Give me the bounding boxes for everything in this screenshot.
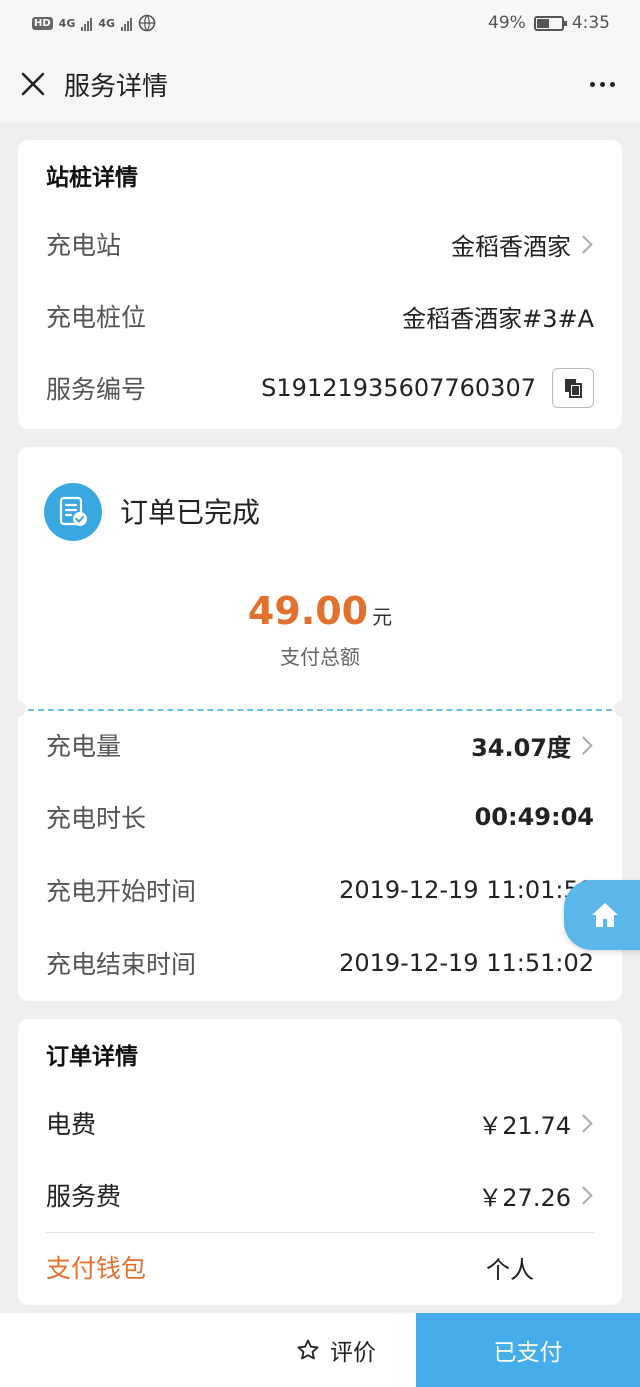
end-time-value: 2019-12-19 11:51:02 [339,949,594,977]
more-menu-button[interactable] [582,69,622,99]
ticket-notch-left [10,701,26,717]
copy-button[interactable] [552,368,594,408]
amount-currency: 元 [372,605,393,629]
more-dot-icon [599,81,605,87]
electricity-fee-value: ￥21.74 [478,1111,571,1140]
duration-row: 充电时长 00:49:04 [46,797,594,837]
rate-label: 评价 [330,1340,376,1366]
hd-badge: HD [32,16,53,30]
service-number-row: 服务编号 S19121935607760307 [46,368,594,408]
dashed-divider [28,709,612,711]
energy-label: 充电量 [46,732,122,761]
energy-row[interactable]: 充电量 34.07度 [46,725,594,765]
star-icon [297,1339,319,1360]
status-bar: HD 4G 4G 49% 4:35 [0,0,640,46]
electricity-fee-label: 电费 [46,1110,97,1139]
signal-icon [81,15,93,31]
start-time-value: 2019-12-19 11:01:58 [339,876,594,904]
copy-icon [565,379,582,398]
end-time-label: 充电结束时间 [46,950,197,979]
start-time-row: 充电开始时间 2019-12-19 11:01:58 [46,870,594,910]
station-label: 充电站 [46,231,122,260]
home-icon [592,903,618,927]
chevron-right-icon [574,735,593,755]
clock: 4:35 [571,13,610,33]
service-fee-label: 服务费 [46,1182,122,1211]
bottom-action-bar: 评价 已支付 [0,1313,640,1387]
globe-icon [138,14,156,32]
battery-icon [533,15,567,31]
status-indicators: HD 4G 4G [32,14,156,32]
more-dot-icon [589,81,595,87]
amount-label: 支付总额 [280,645,360,669]
service-fee-row[interactable]: 服务费 ￥27.26 [46,1175,594,1215]
network-type-1: 4G [58,16,76,30]
end-time-row: 充电结束时间 2019-12-19 11:51:02 [46,943,594,983]
chevron-right-icon [574,1185,593,1205]
pile-value: 金稻香酒家#3#A [402,304,594,333]
signal-icon [121,15,133,31]
more-dot-icon [609,81,615,87]
amount-value: 49.00 [247,589,369,633]
service-fee-value: ￥27.26 [478,1183,571,1212]
chevron-right-icon [574,1113,593,1133]
station-row[interactable]: 充电站 金稻香酒家 [46,224,594,264]
close-icon [21,72,45,96]
order-detail-title: 订单详情 [46,1044,138,1070]
battery-percent: 49% [488,13,526,33]
pile-label: 充电桩位 [46,303,147,332]
order-status-card: 订单已完成 49.00 元 支付总额 充电量 34.07度 充电时长 00:49:… [10,447,630,1001]
energy-value: 34.07度 [471,733,571,762]
duration-value: 00:49:04 [474,803,594,831]
service-number-label: 服务编号 [46,375,147,404]
duration-label: 充电时长 [46,804,147,833]
divider [46,1232,594,1233]
paid-button[interactable]: 已支付 [416,1313,640,1387]
network-type-2: 4G [98,16,116,30]
total-amount: 49.00 元 [18,589,622,633]
service-number-value: S19121935607760307 [261,374,536,402]
pile-row: 充电桩位 金稻香酒家#3#A [46,296,594,336]
order-complete-icon [44,483,102,541]
electricity-fee-row[interactable]: 电费 ￥21.74 [46,1103,594,1143]
close-button[interactable] [18,69,48,99]
navigation-bar: 服务详情 [0,46,640,122]
station-details-card: 站桩详情 充电站 金稻香酒家 充电桩位 金稻香酒家#3#A 服务编号 S1912… [18,140,622,429]
start-time-label: 充电开始时间 [46,877,197,906]
station-value: 金稻香酒家 [451,232,571,261]
order-detail-card: 订单详情 电费 ￥21.74 服务费 ￥27.26 支付钱包 个人 [18,1019,622,1305]
wallet-value: 个人 [486,1255,534,1284]
wallet-label: 支付钱包 [46,1254,147,1283]
page-title: 服务详情 [64,71,169,102]
home-button[interactable] [564,880,640,950]
chevron-right-icon [574,234,593,254]
station-card-title: 站桩详情 [46,165,138,191]
wallet-row: 支付钱包 个人 [46,1247,594,1287]
ticket-notch-right [614,701,630,717]
rate-button[interactable]: 评价 [0,1313,416,1387]
order-status-text: 订单已完成 [120,496,261,529]
